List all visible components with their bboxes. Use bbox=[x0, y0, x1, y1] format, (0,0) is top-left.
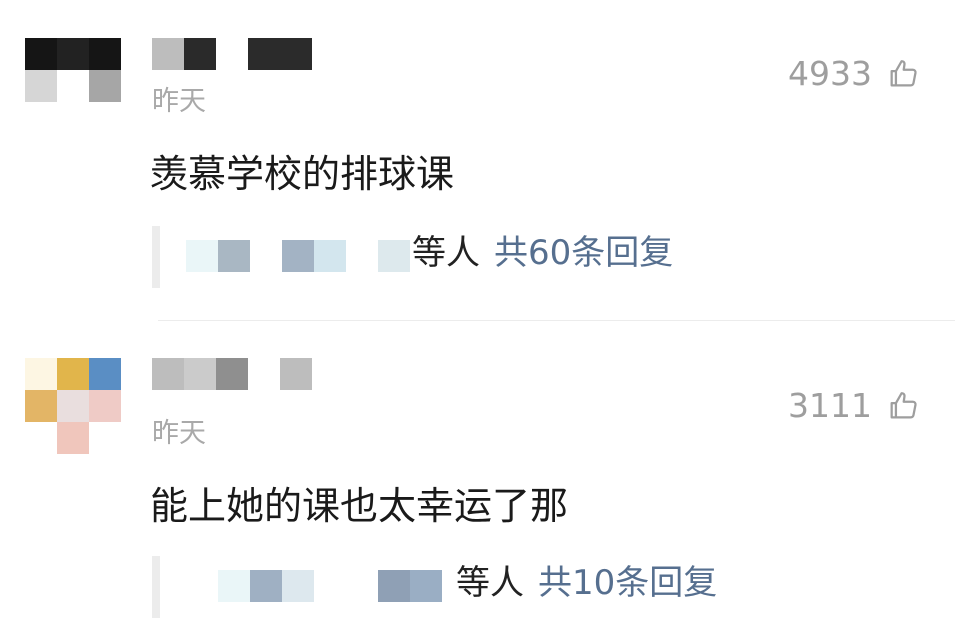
comment-time: 昨天 bbox=[152, 86, 206, 117]
like-count: 4933 bbox=[788, 54, 872, 93]
thumbs-up-icon[interactable] bbox=[886, 389, 920, 423]
comment-text: 羡慕学校的排球课 bbox=[150, 152, 455, 196]
reply-suffix: 等人 bbox=[456, 563, 524, 603]
reply-quote-bar bbox=[152, 226, 160, 288]
reply-label: 等人 共10条回复 bbox=[456, 560, 717, 606]
comment-divider bbox=[158, 320, 955, 321]
reply-suffix: 等人 bbox=[412, 233, 480, 273]
avatar[interactable] bbox=[25, 38, 121, 134]
like-area[interactable]: 4933 bbox=[788, 54, 920, 94]
reply-label: 等人 共60条回复 bbox=[412, 230, 673, 276]
like-area[interactable]: 3111 bbox=[788, 386, 920, 426]
reply-quote-bar bbox=[152, 556, 160, 618]
thumbs-up-icon[interactable] bbox=[886, 57, 920, 91]
like-count: 3111 bbox=[788, 386, 872, 425]
comment-time: 昨天 bbox=[152, 418, 206, 449]
view-replies-link[interactable]: 共10条回复 bbox=[538, 563, 717, 603]
comment-text: 能上她的课也太幸运了那 bbox=[150, 484, 569, 528]
avatar[interactable] bbox=[25, 358, 121, 454]
view-replies-link[interactable]: 共60条回复 bbox=[494, 233, 673, 273]
